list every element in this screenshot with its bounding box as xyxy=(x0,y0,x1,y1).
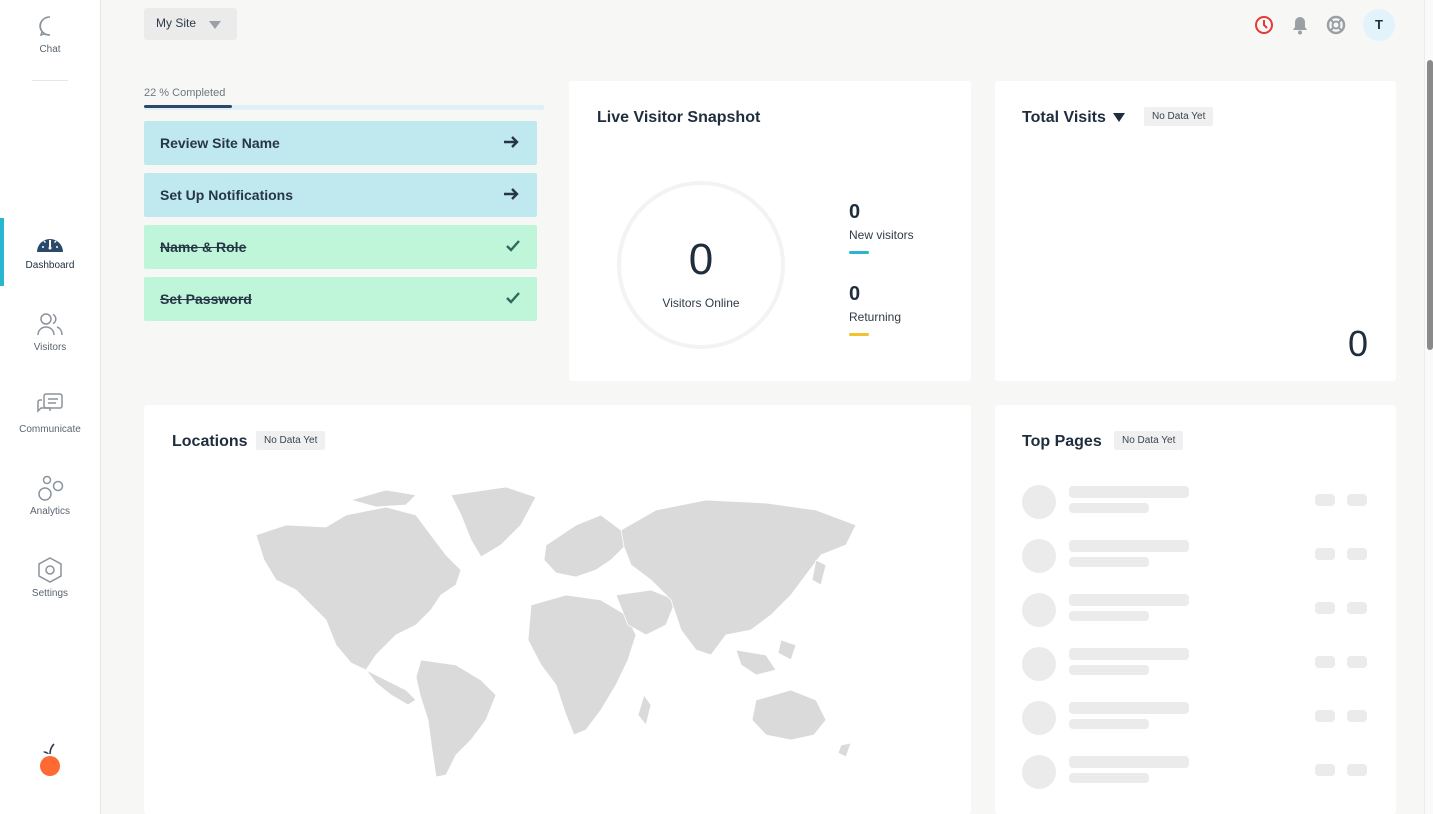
skeleton-avatar xyxy=(1022,647,1056,681)
skeleton-pill xyxy=(1347,602,1367,614)
arrow-right-icon xyxy=(503,187,521,204)
help-lifebuoy-icon[interactable] xyxy=(1326,15,1346,40)
skeleton-pill xyxy=(1315,656,1335,668)
sidebar-item-label: Dashboard xyxy=(25,260,75,271)
sidebar: Chat Dashboard Visitors Communicate Anal… xyxy=(0,0,101,814)
sidebar-item-label: Communicate xyxy=(19,424,81,435)
task-label: Name & Role xyxy=(160,239,247,255)
sidebar-item-label: Settings xyxy=(31,588,69,599)
skeleton-line xyxy=(1069,756,1189,768)
skeleton-line xyxy=(1069,702,1189,714)
skeleton-line xyxy=(1069,719,1149,729)
returning-label: Returning xyxy=(849,310,902,324)
locations-card: Locations No Data Yet xyxy=(144,405,971,814)
new-visitors-count: 0 xyxy=(849,201,861,223)
new-visitors-indicator xyxy=(849,251,869,254)
progress-label: 22 % Completed xyxy=(144,87,226,99)
dashboard-gauge-icon xyxy=(0,230,100,256)
skeleton-avatar xyxy=(1022,539,1056,573)
skeleton-avatar xyxy=(1022,701,1056,735)
chat-bubble-icon xyxy=(0,14,100,40)
task-review-site-name[interactable]: Review Site Name xyxy=(144,121,537,165)
progress-bar xyxy=(144,105,544,110)
skeleton-avatar xyxy=(1022,755,1056,789)
card-title: Live Visitor Snapshot xyxy=(597,109,761,126)
sidebar-item-chat[interactable]: Chat xyxy=(0,14,100,55)
skeleton-pill xyxy=(1347,494,1367,506)
clock-icon[interactable] xyxy=(1254,15,1274,40)
world-map[interactable] xyxy=(255,485,860,786)
skeleton-pill xyxy=(1347,710,1367,722)
skeleton-avatar xyxy=(1022,593,1056,627)
task-set-password[interactable]: Set Password xyxy=(144,277,537,321)
card-title: Top Pages xyxy=(1022,433,1102,450)
caret-down-icon[interactable] xyxy=(1113,113,1125,122)
checkmark-icon xyxy=(505,239,521,256)
scrollbar-thumb[interactable] xyxy=(1427,60,1433,350)
skeleton-pill xyxy=(1347,656,1367,668)
skeleton-line xyxy=(1069,665,1149,675)
sidebar-item-analytics[interactable]: Analytics xyxy=(0,474,100,517)
total-visits-count: 0 xyxy=(1347,323,1368,364)
skeleton-pill xyxy=(1315,548,1335,560)
card-title: Total Visits xyxy=(1022,109,1106,126)
avatar[interactable]: T xyxy=(1363,9,1395,41)
divider xyxy=(32,80,68,81)
returning-indicator xyxy=(849,333,869,336)
skeleton-line xyxy=(1069,648,1189,660)
visitors-online-label: Visitors Online xyxy=(662,296,740,310)
task-label: Set Password xyxy=(160,291,252,307)
skeleton-line xyxy=(1069,611,1149,621)
card-title: Locations xyxy=(172,433,248,450)
task-name-and-role[interactable]: Name & Role xyxy=(144,225,537,269)
skeleton-line xyxy=(1069,540,1189,552)
site-select-label: My Site xyxy=(156,16,197,30)
sidebar-item-label: Chat xyxy=(39,44,61,55)
skeleton-line xyxy=(1069,594,1189,606)
skeleton-line xyxy=(1069,557,1149,567)
no-data-badge: No Data Yet xyxy=(256,431,326,450)
checkmark-icon xyxy=(505,291,521,308)
total-visits-card: Total Visits No Data Yet 0 xyxy=(995,81,1396,381)
task-set-up-notifications[interactable]: Set Up Notifications xyxy=(144,173,537,217)
communicate-messages-icon xyxy=(0,392,100,420)
sidebar-item-dashboard[interactable]: Dashboard xyxy=(0,230,100,271)
chevron-down-icon xyxy=(209,21,221,29)
arrow-right-icon xyxy=(503,135,521,152)
sidebar-item-settings[interactable]: Settings xyxy=(0,556,100,599)
live-visitor-snapshot-card: Live Visitor Snapshot 0 Visitors Online … xyxy=(569,81,971,381)
returning-count: 0 xyxy=(849,283,861,305)
skeleton-avatar xyxy=(1022,485,1056,519)
skeleton-line xyxy=(1069,503,1149,513)
skeleton-line xyxy=(1069,773,1149,783)
sidebar-item-label: Visitors xyxy=(33,342,67,353)
top-pages-card: Top Pages No Data Yet xyxy=(995,405,1396,814)
visitors-people-icon xyxy=(0,310,100,338)
skeleton-pill xyxy=(1315,494,1335,506)
skeleton-pill xyxy=(1315,602,1335,614)
no-data-badge: No Data Yet xyxy=(1144,107,1214,126)
no-data-badge: No Data Yet xyxy=(1114,431,1184,450)
site-select-dropdown[interactable]: My Site xyxy=(144,8,237,40)
visitors-online-count: 0 xyxy=(688,235,714,284)
sidebar-item-communicate[interactable]: Communicate xyxy=(0,392,100,435)
analytics-circles-icon xyxy=(0,474,100,502)
task-label: Set Up Notifications xyxy=(160,187,294,203)
orange-fruit-logo xyxy=(37,742,63,783)
skeleton-pill xyxy=(1347,764,1367,776)
skeleton-pill xyxy=(1347,548,1367,560)
settings-hexagon-icon xyxy=(0,556,100,584)
task-label: Review Site Name xyxy=(160,135,280,151)
new-visitors-label: New visitors xyxy=(849,228,914,242)
bell-icon[interactable] xyxy=(1290,15,1310,40)
page-scrollbar[interactable] xyxy=(1424,0,1433,814)
progress-fill xyxy=(144,105,232,108)
skeleton-pill xyxy=(1315,764,1335,776)
sidebar-item-visitors[interactable]: Visitors xyxy=(0,310,100,353)
sidebar-item-label: Analytics xyxy=(29,506,70,517)
skeleton-pill xyxy=(1315,710,1335,722)
skeleton-line xyxy=(1069,486,1189,498)
